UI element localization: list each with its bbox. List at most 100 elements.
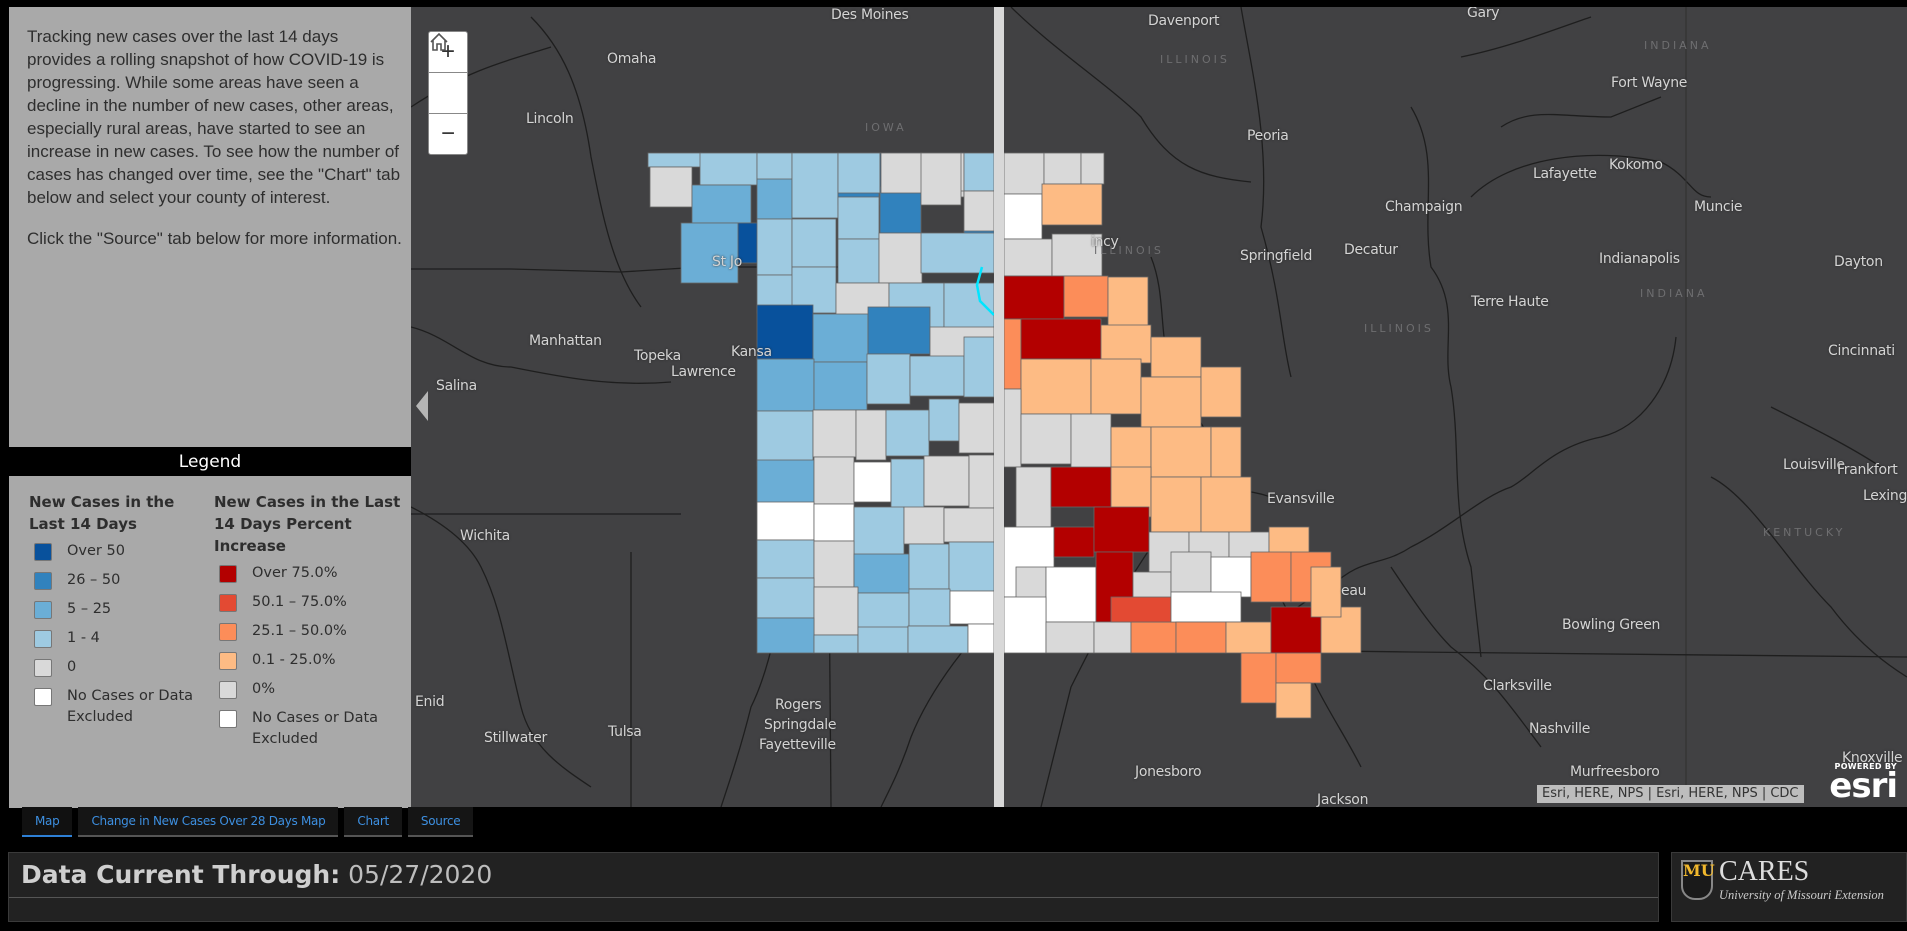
county-polygon[interactable] <box>857 626 909 654</box>
county-polygon[interactable] <box>1150 336 1202 378</box>
county-polygon[interactable] <box>1090 358 1142 415</box>
county-polygon[interactable] <box>880 152 924 194</box>
county-polygon[interactable] <box>853 461 892 503</box>
county-polygon[interactable] <box>1003 152 1045 195</box>
county-polygon[interactable] <box>867 306 931 355</box>
county-polygon[interactable] <box>909 355 965 397</box>
county-polygon[interactable] <box>837 196 880 240</box>
county-polygon[interactable] <box>837 152 881 194</box>
county-polygon[interactable] <box>1003 238 1053 277</box>
county-polygon[interactable] <box>857 592 910 630</box>
county-polygon[interactable] <box>1070 413 1112 470</box>
county-polygon[interactable] <box>1093 621 1132 654</box>
county-polygon[interactable] <box>1093 506 1150 553</box>
county-polygon[interactable] <box>1043 152 1082 185</box>
county-polygon[interactable] <box>963 152 995 192</box>
county-polygon[interactable] <box>1020 318 1102 360</box>
county-polygon[interactable] <box>1003 318 1022 390</box>
county-polygon[interactable] <box>853 506 905 556</box>
county-polygon[interactable] <box>963 336 995 398</box>
county-polygon[interactable] <box>1200 366 1242 418</box>
missouri-counties[interactable] <box>647 152 1362 719</box>
cares-logo-panel[interactable]: MU CARES University of Missouri Extensio… <box>1671 852 1907 922</box>
collapse-panel-arrow-icon[interactable] <box>416 391 428 421</box>
county-polygon[interactable] <box>756 410 814 467</box>
county-polygon[interactable] <box>1003 596 1047 654</box>
county-polygon[interactable] <box>907 625 969 654</box>
county-polygon[interactable] <box>756 358 815 412</box>
county-polygon[interactable] <box>920 152 962 206</box>
county-polygon[interactable] <box>1275 652 1322 684</box>
county-polygon[interactable] <box>812 409 857 458</box>
county-polygon[interactable] <box>837 238 880 284</box>
county-polygon[interactable] <box>649 166 693 208</box>
county-polygon[interactable] <box>756 218 793 276</box>
county-polygon[interactable] <box>812 313 869 363</box>
county-polygon[interactable] <box>1003 275 1065 320</box>
tab-chart[interactable]: Chart <box>344 807 402 837</box>
county-polygon[interactable] <box>1240 652 1277 704</box>
county-polygon[interactable] <box>890 458 925 510</box>
county-polygon[interactable] <box>756 539 815 579</box>
county-polygon[interactable] <box>813 361 868 411</box>
county-polygon[interactable] <box>1100 324 1152 364</box>
county-polygon[interactable] <box>1045 621 1095 654</box>
county-polygon[interactable] <box>1250 551 1292 603</box>
county-polygon[interactable] <box>791 152 839 219</box>
county-polygon[interactable] <box>923 455 970 507</box>
county-polygon[interactable] <box>1310 566 1342 618</box>
county-polygon[interactable] <box>680 222 739 284</box>
county-polygon[interactable] <box>948 541 995 592</box>
county-polygon[interactable] <box>943 507 995 543</box>
county-polygon[interactable] <box>756 617 815 654</box>
county-polygon[interactable] <box>756 501 815 541</box>
county-polygon[interactable] <box>1020 358 1092 415</box>
county-polygon[interactable] <box>958 402 995 454</box>
county-polygon[interactable] <box>949 590 995 625</box>
county-polygon[interactable] <box>1170 591 1242 623</box>
zoom-out-button[interactable]: − <box>429 114 467 154</box>
county-polygon[interactable] <box>967 623 995 654</box>
county-polygon[interactable] <box>1150 476 1202 533</box>
county-polygon[interactable] <box>756 577 815 619</box>
county-polygon[interactable] <box>813 586 859 636</box>
county-polygon[interactable] <box>1041 183 1103 226</box>
county-polygon[interactable] <box>879 186 922 234</box>
county-polygon[interactable] <box>855 409 887 461</box>
tab-map[interactable]: Map <box>22 807 73 837</box>
county-polygon[interactable] <box>1063 275 1109 318</box>
county-polygon[interactable] <box>1275 682 1312 719</box>
county-polygon[interactable] <box>853 553 910 594</box>
county-polygon[interactable] <box>1003 193 1043 240</box>
esri-logo[interactable]: POWERED BY esri <box>1829 762 1898 803</box>
county-polygon[interactable] <box>903 506 945 545</box>
county-polygon[interactable] <box>1110 596 1172 623</box>
county-polygon[interactable] <box>756 178 793 220</box>
county-polygon[interactable] <box>1020 413 1072 465</box>
county-polygon[interactable] <box>699 152 758 186</box>
county-polygon[interactable] <box>647 152 703 168</box>
county-polygon[interactable] <box>885 409 930 457</box>
county-polygon[interactable] <box>878 232 923 284</box>
county-polygon[interactable] <box>1053 526 1095 558</box>
county-polygon[interactable] <box>1210 426 1242 478</box>
county-polygon[interactable] <box>1003 388 1022 468</box>
county-polygon[interactable] <box>1210 556 1252 598</box>
swipe-divider-handle[interactable] <box>994 7 1004 807</box>
county-polygon[interactable] <box>963 190 995 232</box>
county-polygon[interactable] <box>813 634 859 654</box>
county-polygon[interactable] <box>1130 621 1177 654</box>
county-polygon[interactable] <box>791 218 837 268</box>
map-view[interactable]: Des Moines Davenport Gary Omaha Fort Wayne Li… <box>411 7 1907 807</box>
county-polygon[interactable] <box>1175 621 1227 654</box>
county-polygon[interactable] <box>866 353 911 405</box>
tab-change-map[interactable]: Change in New Cases Over 28 Days Map <box>78 807 339 837</box>
county-polygon[interactable] <box>813 456 855 505</box>
county-polygon[interactable] <box>1140 376 1202 428</box>
county-polygon[interactable] <box>920 232 995 274</box>
county-polygon[interactable] <box>1170 551 1212 593</box>
county-polygon[interactable] <box>943 282 995 329</box>
tab-source[interactable]: Source <box>407 807 474 837</box>
county-polygon[interactable] <box>691 184 752 224</box>
county-polygon[interactable] <box>968 454 995 509</box>
